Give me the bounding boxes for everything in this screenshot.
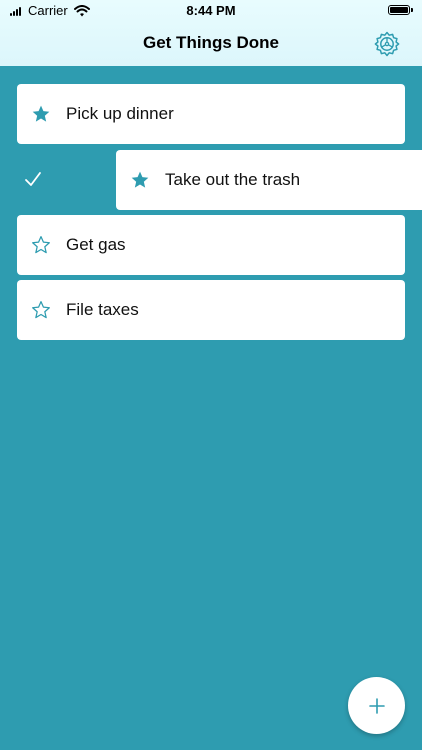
- header: Carrier 8:44 PM Get Things Done: [0, 0, 422, 66]
- star-filled-icon[interactable]: [31, 104, 51, 124]
- task-row[interactable]: File taxes: [17, 280, 405, 340]
- task-label: Take out the trash: [165, 170, 301, 189]
- task-row[interactable]: Get gas: [17, 215, 405, 275]
- task-row-swiped[interactable]: Take out the trash: [116, 150, 422, 210]
- task-row[interactable]: Pick up dinner: [17, 84, 405, 144]
- plus-icon: [368, 697, 385, 714]
- star-outline-icon[interactable]: [31, 235, 51, 255]
- star-outline-icon[interactable]: [31, 300, 51, 320]
- task-label: Get gas: [66, 235, 126, 254]
- task-label: File taxes: [66, 300, 139, 319]
- star-filled-icon[interactable]: [130, 170, 150, 190]
- battery-tip: [411, 8, 413, 12]
- status-time: 8:44 PM: [186, 3, 236, 18]
- gear-icon[interactable]: [374, 31, 400, 57]
- add-task-button[interactable]: [348, 677, 405, 734]
- checkmark-icon[interactable]: [24, 171, 42, 187]
- battery-icon: [388, 5, 410, 15]
- page-title: Get Things Done: [143, 33, 279, 52]
- task-label: Pick up dinner: [66, 104, 174, 123]
- status-bar: Carrier 8:44 PM: [0, 0, 422, 22]
